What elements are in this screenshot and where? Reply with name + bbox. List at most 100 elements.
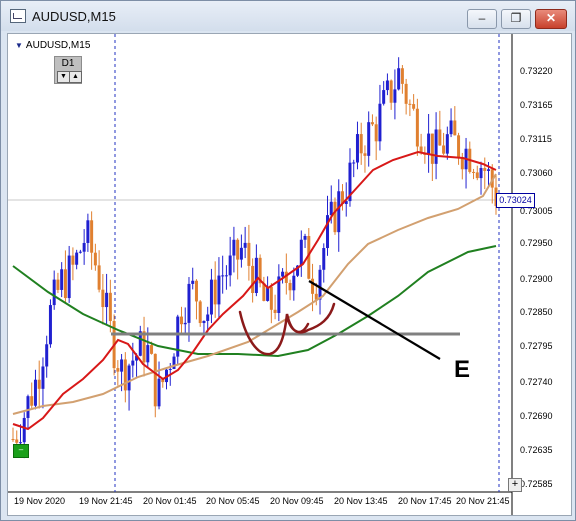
trade-level-marker[interactable]: –: [13, 444, 29, 458]
candle-body: [131, 360, 135, 366]
close-button[interactable]: ✕: [535, 9, 567, 29]
time-label: 20 Nov 09:45: [270, 496, 324, 506]
candle-body: [105, 292, 109, 308]
price-label: 0.72850: [520, 307, 553, 317]
candle-body: [142, 331, 146, 363]
candle-body: [479, 168, 483, 179]
chart-area[interactable]: ▼ AUDUSD,M15 D1 ▼ ▲ 0.73220 0.73165 0.731…: [7, 33, 572, 516]
time-label: 20 Nov 01:45: [143, 496, 197, 506]
candle-body: [329, 201, 333, 216]
candle-body: [318, 269, 322, 300]
price-label: 0.72740: [520, 377, 553, 387]
candle-body: [90, 220, 94, 253]
maximize-button[interactable]: ❐: [501, 9, 531, 29]
candle-body: [374, 124, 378, 142]
timeframe-label: D1: [61, 58, 75, 69]
candle-body: [22, 417, 26, 443]
time-label: 19 Nov 2020: [14, 496, 66, 506]
price-label: 0.72635: [520, 445, 553, 455]
timeframe-box[interactable]: D1 ▼ ▲: [54, 56, 82, 84]
candle-body: [247, 242, 251, 266]
candle-body: [370, 122, 374, 125]
symbol-label: ▼ AUDUSD,M15: [15, 40, 90, 51]
candle-body: [236, 239, 240, 260]
candle-body: [427, 133, 431, 155]
price-label: 0.73220: [520, 66, 553, 76]
price-chart: [8, 34, 513, 515]
candle-body: [41, 366, 45, 389]
candle-body: [355, 134, 359, 163]
ma-slow-line: [12, 245, 497, 358]
candle-body: [359, 134, 363, 154]
zoom-plus-icon[interactable]: +: [508, 478, 522, 492]
time-label: 20 Nov 21:45: [456, 496, 510, 506]
ma-fast-line: [12, 150, 497, 431]
candle-body: [123, 359, 127, 391]
candle-body: [97, 265, 101, 290]
minimize-button[interactable]: –: [467, 9, 497, 29]
chart-window: AUDUSD,M15 – ❐ ✕ ▼ AUDUSD,M15 D1 ▼ ▲ 0.7…: [0, 0, 576, 521]
candle-body: [15, 439, 19, 443]
arrow-up-button[interactable]: ▲: [69, 71, 82, 83]
candle-body: [393, 89, 397, 103]
candle-body: [67, 255, 71, 299]
candle-body: [378, 103, 382, 142]
candle-body: [78, 251, 82, 253]
candle-body: [209, 279, 213, 315]
candle-body: [442, 145, 446, 154]
dropdown-triangle-icon: ▼: [15, 41, 23, 50]
candle-body: [311, 278, 315, 294]
time-label: 20 Nov 17:45: [398, 496, 452, 506]
price-label: 0.72900: [520, 274, 553, 284]
candle-body: [337, 191, 341, 233]
price-label: 0.72795: [520, 341, 553, 351]
candle-body: [71, 255, 75, 265]
candle-body: [281, 271, 285, 277]
candle-body: [108, 292, 112, 322]
candle-body: [288, 282, 292, 291]
title-bar[interactable]: AUDUSD,M15 – ❐ ✕: [1, 1, 575, 31]
window-title: AUDUSD,M15: [32, 9, 116, 24]
candle-body: [269, 286, 273, 310]
current-price-label: 0.73024: [496, 193, 535, 208]
candle-body: [430, 133, 434, 164]
candle-body: [157, 378, 161, 407]
candle-body: [445, 134, 449, 154]
candle-body: [475, 172, 479, 179]
price-label: 0.73165: [520, 100, 553, 110]
candle-body: [191, 280, 195, 284]
candle-body: [483, 168, 487, 171]
candle-body: [487, 169, 491, 171]
candle-body: [254, 257, 258, 294]
candle-body: [415, 108, 419, 147]
symbol-text: AUDUSD,M15: [25, 40, 91, 51]
candle-body: [101, 289, 105, 308]
candle-body: [11, 439, 15, 441]
candle-body: [389, 80, 393, 103]
candle-body: [37, 379, 41, 389]
price-label: 0.72585: [520, 479, 553, 489]
candle-body: [273, 309, 277, 314]
candle-body: [382, 90, 386, 104]
candle-body: [292, 275, 296, 291]
candle-body: [206, 314, 210, 321]
candle-body: [400, 68, 404, 84]
candle-body: [198, 301, 202, 324]
candle-body: [187, 283, 191, 323]
candle-body: [93, 252, 97, 266]
chart-icon: [10, 9, 26, 23]
candle-body: [232, 239, 236, 256]
candle-body: [120, 359, 124, 372]
candle-body: [172, 356, 176, 370]
candle-body: [352, 162, 356, 164]
candle-body: [472, 171, 476, 173]
candle-body: [385, 80, 389, 91]
candle-body: [60, 269, 64, 290]
price-label: 0.72690: [520, 411, 553, 421]
candle-body: [251, 265, 255, 294]
candle-body: [217, 275, 221, 305]
candle-body: [48, 305, 52, 345]
candle-body: [412, 104, 416, 109]
candle-body: [213, 279, 217, 305]
candle-body: [127, 365, 131, 391]
